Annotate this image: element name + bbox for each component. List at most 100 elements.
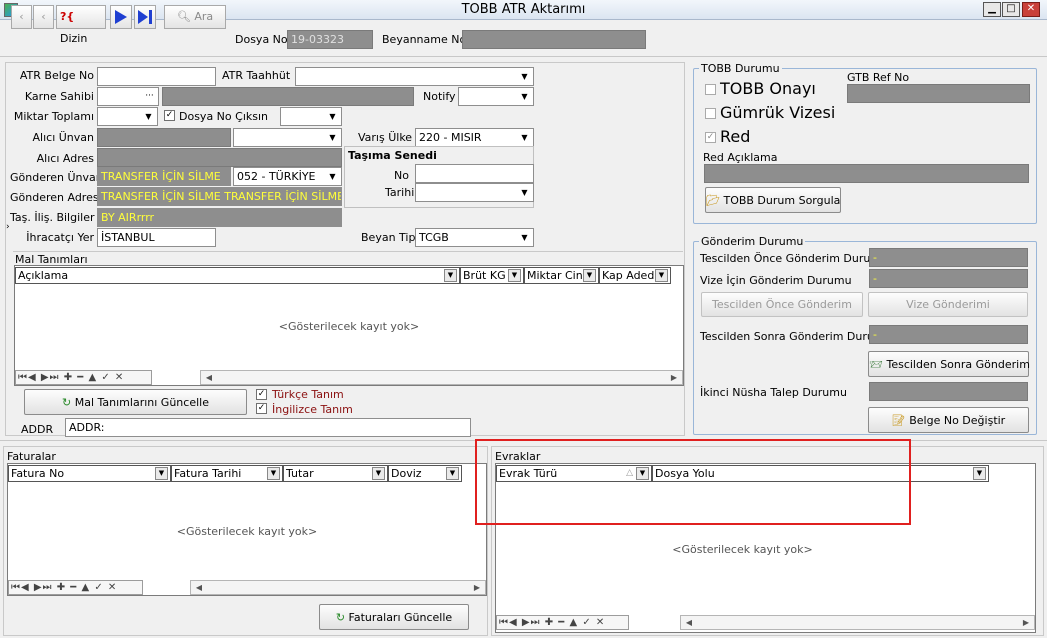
ellipsis-icon[interactable]: ··· <box>142 89 157 104</box>
no-label: No <box>394 169 409 182</box>
filter-dropdown-icon[interactable]: ▼ <box>973 467 986 480</box>
chevron-down-icon: ▼ <box>329 172 336 181</box>
col-kap-adedi[interactable]: Kap Adedi ▼ <box>599 267 671 284</box>
col-aciklama[interactable]: Açıklama ▼ <box>15 267 460 284</box>
gonderen-adres-label: Gönderen Adres <box>10 191 99 204</box>
gumruk-vizesi-label: Gümrük Vizesi <box>720 103 836 122</box>
previous-record-button[interactable]: ‹ <box>33 5 54 29</box>
tobb-durum-sorgula-button[interactable]: 📂︎ TOBB Durum Sorgula <box>705 187 841 213</box>
tas-ilis-bilgiler-label: Taş. İliş. Bilgiler <box>10 211 95 224</box>
magnifier-icon: 🔍︎ <box>176 10 191 23</box>
karne-sahibi-label: Karne Sahibi <box>24 90 94 103</box>
turkce-tanim-label: Türkçe Tanım <box>272 388 344 401</box>
empty-message: <Gösterilecek kayıt yok> <box>672 543 813 556</box>
scroll-right-icon[interactable]: ▶ <box>470 581 484 594</box>
col-fatura-no[interactable]: Fatura No ▼ <box>8 465 171 482</box>
mal-tanimlarini-guncelle-button[interactable]: ↻ Mal Tanımlarını Güncelle <box>24 389 247 415</box>
miktar-toplami-label: Miktar Toplamı <box>13 110 94 123</box>
scroll-left-icon[interactable]: ◀ <box>192 581 206 594</box>
maximize-button[interactable]: □ <box>1002 2 1020 17</box>
tas-ilis-bilgiler-field: BY AIRrrrr <box>97 208 342 227</box>
gumruk-vizesi-checkbox <box>705 108 716 119</box>
col-fatura-tarihi[interactable]: Fatura Tarihi ▼ <box>171 465 283 482</box>
tescilden-once-gonderim-button[interactable]: Tescilden Önce Gönderim <box>701 292 863 317</box>
close-button[interactable]: ✕ <box>1022 2 1040 17</box>
gonderen-ulke-select[interactable]: 052 - TÜRKİYE ▼ <box>233 167 342 186</box>
col-brut-kg[interactable]: Brüt KG ▼ <box>460 267 524 284</box>
varis-ulke-select[interactable]: 220 - MISIR ▼ <box>415 128 534 147</box>
dosya-no-ciksin-checkbox[interactable]: ✓ <box>164 110 175 121</box>
atr-taahhut-select[interactable]: ▼ <box>295 67 534 86</box>
alici-unvan-select[interactable]: ▼ <box>233 128 342 147</box>
karne-sahibi-name <box>162 87 414 106</box>
miktar-toplami-select[interactable]: ▼ <box>97 107 158 126</box>
divider <box>13 251 683 252</box>
karne-sahibi-code[interactable]: ··· <box>97 87 159 106</box>
evraklar-navigator[interactable]: ⏮◀ ▶⏭ ✚ ━ ▲ ✓ ✕ <box>496 615 629 630</box>
red-aciklama-label: Red Açıklama <box>703 151 778 164</box>
filter-dropdown-icon[interactable]: ▼ <box>446 467 459 480</box>
filter-dropdown-icon[interactable]: ▼ <box>372 467 385 480</box>
evraklar-hscrollbar[interactable]: ◀ ▶ <box>680 615 1035 630</box>
scroll-right-icon[interactable]: ▶ <box>1019 616 1033 629</box>
filter-dropdown-icon[interactable]: ▼ <box>583 269 596 282</box>
addr-input[interactable]: ADDR: <box>65 418 471 437</box>
faturalar-navigator[interactable]: ⏮◀ ▶⏭ ✚ ━ ▲ ✓ ✕ <box>8 580 143 595</box>
gonderen-unvan-field: TRANSFER İÇİN SİLME <box>97 167 231 186</box>
dosya-no-ciksin-label: Dosya No Çıksın <box>179 110 268 123</box>
atr-taahhut-label: ATR Taahhüt <box>222 69 291 82</box>
tescilden-sonra-gonderim-button[interactable]: 📨︎ Tescilden Sonra Gönderim <box>868 351 1030 377</box>
ara-button[interactable]: 🔍︎ Ara <box>164 5 226 29</box>
vize-gonderimi-button[interactable]: Vize Gönderimi <box>868 292 1028 317</box>
beyan-tipi-select[interactable]: TCGB ▼ <box>415 228 534 247</box>
first-record-button[interactable]: ‹ <box>11 5 32 29</box>
tasima-no-input[interactable] <box>415 164 534 183</box>
tescilden-sonra-durumu-label: Tescilden Sonra Gönderim Durumu <box>700 330 892 343</box>
col-tutar[interactable]: Tutar ▼ <box>283 465 388 482</box>
ingilizce-tanim-checkbox[interactable]: ✓ <box>256 403 267 414</box>
mal-hscrollbar[interactable]: ◀ ▶ <box>200 370 683 385</box>
tarihi-date-picker[interactable]: ▼ <box>415 183 534 202</box>
ihracatci-yer-label: İhracatçı Yer <box>26 231 94 244</box>
addr-label: ADDR <box>21 423 54 436</box>
dosya-no-ciksin-select[interactable]: ▼ <box>280 107 342 126</box>
belge-no-degistir-button[interactable]: 📝︎ Belge No Değiştir <box>868 407 1029 433</box>
mal-navigator[interactable]: ⏮◀ ▶⏭ ✚ ━ ▲ ✓ ✕ <box>15 370 152 385</box>
dosya-no-label: Dosya No <box>235 33 288 46</box>
filter-dropdown-icon[interactable]: ▼ <box>444 269 457 282</box>
faturalari-guncelle-button[interactable]: ↻ Faturaları Güncelle <box>319 604 469 630</box>
next-record-button[interactable] <box>110 5 132 29</box>
notify-label: Notify <box>423 90 456 103</box>
scroll-left-icon[interactable]: ◀ <box>202 371 216 384</box>
gonderen-adres-field: TRANSFER İÇİN SİLME TRANSFER İÇİN SİLME … <box>97 187 342 206</box>
turkce-tanim-checkbox[interactable]: ✓ <box>256 389 267 400</box>
last-record-button[interactable] <box>134 5 156 29</box>
notify-select[interactable]: ▼ <box>458 87 534 106</box>
ihracatci-yer-input[interactable]: İSTANBUL <box>97 228 216 247</box>
red-checkbox: ✓ <box>705 132 716 143</box>
filter-dropdown-icon[interactable]: ▼ <box>155 467 168 480</box>
filter-dropdown-icon[interactable]: ▼ <box>508 269 521 282</box>
beyanname-no-field[interactable] <box>462 30 646 49</box>
alici-adres-field <box>97 148 342 167</box>
dosya-no-field[interactable]: 19-03323 <box>287 30 373 49</box>
tobb-onayi-label: TOBB Onayı <box>720 79 816 98</box>
col-miktar-cinsi[interactable]: Miktar Cinsi ▼ <box>524 267 599 284</box>
play-icon <box>115 10 127 24</box>
chevron-down-icon: ▼ <box>145 112 152 121</box>
gonderen-unvan-label: Gönderen Ünvan <box>10 171 103 184</box>
arrow-left-icon: ‹ <box>41 10 46 23</box>
folder-icon: 📂︎ <box>706 194 720 207</box>
chevron-down-icon: ▼ <box>521 92 528 101</box>
filter-dropdown-icon[interactable]: ▼ <box>267 467 280 480</box>
dizin-button[interactable]: ?{ Dizin <box>56 5 106 45</box>
faturalar-hscrollbar[interactable]: ◀ ▶ <box>190 580 486 595</box>
chevron-down-icon: ▼ <box>521 72 528 81</box>
filter-dropdown-icon[interactable]: ▼ <box>655 269 668 282</box>
scroll-left-icon[interactable]: ◀ <box>682 616 696 629</box>
atr-belge-no-input[interactable] <box>97 67 216 86</box>
vize-icin-durumu-label: Vize İçin Gönderim Durumu <box>700 274 852 287</box>
col-doviz[interactable]: Doviz ▼ <box>388 465 462 482</box>
scroll-right-icon[interactable]: ▶ <box>667 371 681 384</box>
minimize-button[interactable]: ▁ <box>983 2 1001 17</box>
